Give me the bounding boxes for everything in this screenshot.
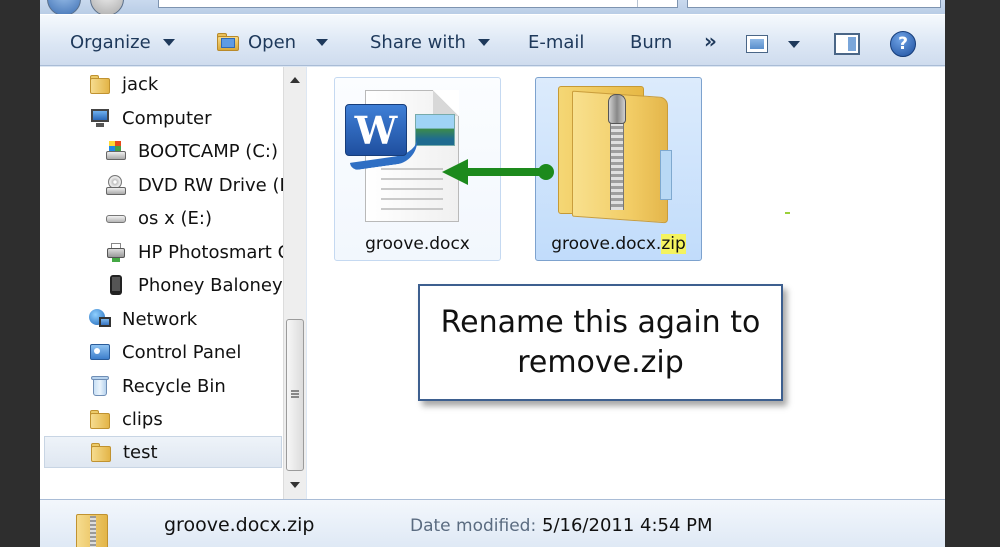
user-folder-icon xyxy=(88,72,112,96)
file-name-label: groove.docx xyxy=(365,234,470,254)
chevron-down-icon xyxy=(477,38,490,46)
navigation-pane: jack Computer BOOTCAMP (C:) DVD RW Drive… xyxy=(40,67,306,499)
command-bar: Organize Open Share with E-mail Burn » ? xyxy=(40,14,945,66)
word-document-icon: W xyxy=(345,90,465,224)
open-folder-icon xyxy=(216,32,240,52)
chevron-down-icon[interactable] xyxy=(788,41,800,48)
folder-icon xyxy=(89,440,113,464)
nav-item-phoney-baloney[interactable]: Phoney Baloney xyxy=(104,269,283,301)
email-button[interactable]: E-mail xyxy=(528,31,584,53)
nav-item-label: Phoney Baloney xyxy=(138,274,283,296)
open-label: Open xyxy=(248,31,297,53)
callout-annotation: Rename this again to remove.zip xyxy=(418,284,783,401)
share-with-label: Share with xyxy=(370,31,466,53)
chevron-down-icon xyxy=(316,38,329,46)
nav-item-test[interactable]: test xyxy=(44,436,282,468)
grip-icon xyxy=(291,390,299,398)
preview-pane-icon[interactable] xyxy=(834,33,860,55)
zip-folder-icon xyxy=(552,80,682,228)
chevron-down-icon xyxy=(162,38,175,46)
nav-item-dvd-drive[interactable]: DVD RW Drive (D xyxy=(104,169,283,201)
nav-item-clips[interactable]: clips xyxy=(88,403,283,435)
nav-item-bootcamp[interactable]: BOOTCAMP (C:) xyxy=(104,135,283,167)
details-pane: groove.docx.zip Date modified: 5/16/2011… xyxy=(40,499,945,547)
phone-icon xyxy=(104,273,128,297)
burn-label: Burn xyxy=(630,31,673,53)
nav-item-label: Network xyxy=(122,308,198,330)
date-modified-value: 5/16/2011 4:54 PM xyxy=(542,515,713,536)
nav-item-recycle-bin[interactable]: Recycle Bin xyxy=(88,370,283,402)
burn-button[interactable]: Burn xyxy=(630,31,672,53)
address-dropdown-button[interactable] xyxy=(637,0,677,7)
more-commands-button[interactable]: » xyxy=(704,29,717,53)
explorer-window: Organize Open Share with E-mail Burn » ?… xyxy=(40,0,945,547)
decorative-speck xyxy=(785,212,790,214)
nav-item-os-x[interactable]: os x (E:) xyxy=(104,202,283,234)
nav-item-label: Computer xyxy=(122,107,212,129)
printer-icon xyxy=(104,240,128,264)
file-name-base: groove.docx. xyxy=(551,234,662,254)
control-panel-icon xyxy=(88,340,112,364)
nav-item-label: os x (E:) xyxy=(138,207,212,229)
scrollbar-thumb[interactable] xyxy=(286,319,304,471)
change-view-icon[interactable] xyxy=(746,35,768,53)
address-bar[interactable] xyxy=(158,0,678,8)
organize-label: Organize xyxy=(70,31,151,53)
scroll-up-arrow-icon[interactable] xyxy=(287,73,303,89)
nav-pane-scrollbar[interactable] xyxy=(283,67,306,499)
file-list-pane: W groove.docx groove.docx.zip Rename thi… xyxy=(307,67,945,499)
dvd-drive-icon xyxy=(104,173,128,197)
organize-button[interactable]: Organize xyxy=(70,31,175,53)
folder-icon xyxy=(88,407,112,431)
nav-item-label: Control Panel xyxy=(122,341,242,363)
recycle-bin-icon xyxy=(88,374,112,398)
nav-item-hp-photosmart[interactable]: HP Photosmart C xyxy=(104,236,283,268)
network-icon xyxy=(88,307,112,331)
file-name-label: groove.docx.zip xyxy=(536,234,701,254)
details-file-name: groove.docx.zip xyxy=(164,514,315,536)
date-modified-label: Date modified: xyxy=(410,516,537,536)
nav-item-label: Recycle Bin xyxy=(122,375,226,397)
scroll-down-arrow-icon[interactable] xyxy=(287,477,303,493)
zip-folder-icon xyxy=(72,512,112,547)
nav-item-control-panel[interactable]: Control Panel xyxy=(88,336,283,368)
email-label: E-mail xyxy=(528,31,585,53)
open-button[interactable]: Open xyxy=(216,31,329,53)
file-item-groove-docx-zip[interactable]: groove.docx.zip xyxy=(535,77,702,261)
nav-item-label: jack xyxy=(122,73,159,95)
nav-item-network[interactable]: Network xyxy=(88,303,283,335)
zip-extension-highlight: zip xyxy=(661,234,686,254)
nav-item-label: DVD RW Drive (D xyxy=(138,174,283,196)
removable-drive-icon xyxy=(104,206,128,230)
nav-item-label: HP Photosmart C xyxy=(138,241,283,263)
windows-drive-icon xyxy=(104,139,128,163)
nav-item-jack[interactable]: jack xyxy=(88,68,283,100)
share-with-button[interactable]: Share with xyxy=(370,31,490,53)
nav-item-label: test xyxy=(123,441,158,463)
title-strip xyxy=(40,0,945,16)
nav-item-computer[interactable]: Computer xyxy=(88,102,283,134)
green-arrow-annotation xyxy=(442,159,554,185)
nav-item-label: BOOTCAMP (C:) xyxy=(138,140,278,162)
help-icon[interactable]: ? xyxy=(890,31,916,57)
computer-icon xyxy=(88,106,112,130)
nav-item-label: clips xyxy=(122,408,163,430)
search-input[interactable] xyxy=(687,0,941,8)
